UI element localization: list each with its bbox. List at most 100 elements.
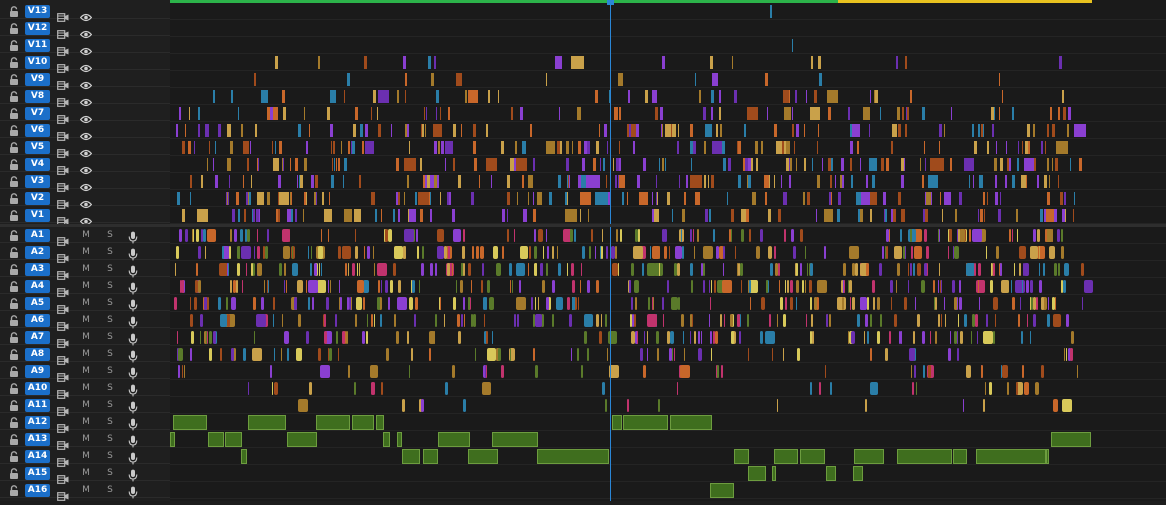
microphone-icon[interactable] <box>128 297 138 312</box>
audio-clip[interactable] <box>428 348 431 361</box>
video-clip[interactable] <box>783 90 790 103</box>
audio-clip[interactable] <box>1016 382 1019 395</box>
video-clip[interactable] <box>814 90 818 103</box>
audio-clip[interactable] <box>306 331 310 344</box>
audio-clip[interactable] <box>261 297 265 310</box>
music-clip[interactable] <box>316 415 350 430</box>
audio-clip[interactable] <box>934 331 937 344</box>
film-toggle-icon[interactable] <box>57 143 69 158</box>
video-clip[interactable] <box>529 124 532 137</box>
audio-clip[interactable] <box>611 246 616 259</box>
audio-clip[interactable] <box>780 297 784 310</box>
audio-clip[interactable] <box>233 348 237 361</box>
audio-clip[interactable] <box>634 297 637 310</box>
audio-clip[interactable] <box>789 280 793 293</box>
solo-button[interactable]: S <box>105 229 115 242</box>
video-clip[interactable] <box>1049 107 1052 120</box>
video-clip[interactable] <box>273 158 277 171</box>
audio-clip[interactable] <box>849 246 860 259</box>
track-name-badge[interactable]: A6 <box>25 314 50 327</box>
video-clip[interactable] <box>364 56 368 69</box>
track-name-badge[interactable]: V10 <box>25 56 50 69</box>
audio-clip[interactable] <box>730 331 734 344</box>
audio-clip[interactable] <box>232 280 236 293</box>
video-clip[interactable] <box>431 73 435 86</box>
audio-clip[interactable] <box>203 297 207 310</box>
lock-icon[interactable] <box>9 40 19 51</box>
audio-clip[interactable] <box>205 331 207 344</box>
audio-clip[interactable] <box>1051 297 1055 310</box>
audio-clip[interactable] <box>580 365 583 378</box>
audio-clip[interactable] <box>682 246 685 259</box>
video-clip[interactable] <box>587 141 591 154</box>
video-clip[interactable] <box>580 209 582 222</box>
audio-clip[interactable] <box>470 280 472 293</box>
video-clip[interactable] <box>447 107 450 120</box>
audio-clip[interactable] <box>824 365 826 378</box>
film-toggle-icon[interactable] <box>57 160 69 175</box>
audio-clip[interactable] <box>668 246 670 259</box>
lock-icon[interactable] <box>9 298 19 309</box>
audio-clip[interactable] <box>697 331 700 344</box>
video-clip[interactable] <box>279 192 290 205</box>
video-clip[interactable] <box>569 175 571 188</box>
video-clip[interactable] <box>275 56 279 69</box>
video-clip[interactable] <box>639 192 649 205</box>
audio-lane[interactable] <box>170 482 1166 499</box>
audio-clip[interactable] <box>414 314 417 327</box>
video-clip[interactable] <box>355 107 359 120</box>
eye-icon[interactable] <box>79 7 93 22</box>
video-clip[interactable] <box>718 107 721 120</box>
audio-clip[interactable] <box>219 314 227 327</box>
audio-clip[interactable] <box>308 280 319 293</box>
eye-icon[interactable] <box>79 194 93 209</box>
video-track-header[interactable]: V9 <box>0 71 170 90</box>
audio-clip[interactable] <box>912 263 915 276</box>
audio-clip[interactable] <box>1058 263 1061 276</box>
audio-clip[interactable] <box>502 246 505 259</box>
audio-clip[interactable] <box>636 331 638 344</box>
video-clip[interactable] <box>333 158 335 171</box>
video-clip[interactable] <box>978 124 981 137</box>
video-clip[interactable] <box>486 158 498 171</box>
video-clip[interactable] <box>849 141 853 154</box>
video-clip[interactable] <box>300 175 304 188</box>
video-clip[interactable] <box>1066 124 1069 137</box>
video-clip[interactable] <box>632 141 635 154</box>
video-clip[interactable] <box>564 192 567 205</box>
audio-clip[interactable] <box>512 280 513 293</box>
audio-clip[interactable] <box>324 314 327 327</box>
solo-button[interactable]: S <box>105 297 115 310</box>
audio-clip[interactable] <box>221 246 224 259</box>
audio-clip[interactable] <box>612 263 619 276</box>
audio-clip[interactable] <box>702 246 713 259</box>
video-clip[interactable] <box>201 175 204 188</box>
film-toggle-icon[interactable] <box>57 316 69 331</box>
video-clip[interactable] <box>690 124 694 137</box>
music-clip[interactable] <box>537 449 609 464</box>
video-clip[interactable] <box>1069 158 1071 171</box>
video-clip[interactable] <box>636 175 640 188</box>
audio-clip[interactable] <box>923 263 927 276</box>
lock-icon[interactable] <box>9 417 19 428</box>
video-clip[interactable] <box>747 107 759 120</box>
audio-clip[interactable] <box>651 297 653 310</box>
audio-clip[interactable] <box>894 246 903 259</box>
video-clip[interactable] <box>275 141 277 154</box>
audio-clip[interactable] <box>869 382 878 395</box>
mute-button[interactable]: M <box>81 433 91 446</box>
audio-clip[interactable] <box>551 246 554 259</box>
lock-icon[interactable] <box>9 74 19 85</box>
video-clip[interactable] <box>727 158 731 171</box>
audio-clip[interactable] <box>604 399 607 412</box>
audio-clip[interactable] <box>230 348 234 361</box>
audio-clip[interactable] <box>981 365 984 378</box>
audio-clip[interactable] <box>319 365 330 378</box>
video-clip[interactable] <box>834 175 836 188</box>
video-clip[interactable] <box>487 90 490 103</box>
audio-clip[interactable] <box>283 280 285 293</box>
video-clip[interactable] <box>244 209 247 222</box>
mute-button[interactable]: M <box>81 229 91 242</box>
audio-clip[interactable] <box>900 331 902 344</box>
audio-clip[interactable] <box>809 382 812 395</box>
